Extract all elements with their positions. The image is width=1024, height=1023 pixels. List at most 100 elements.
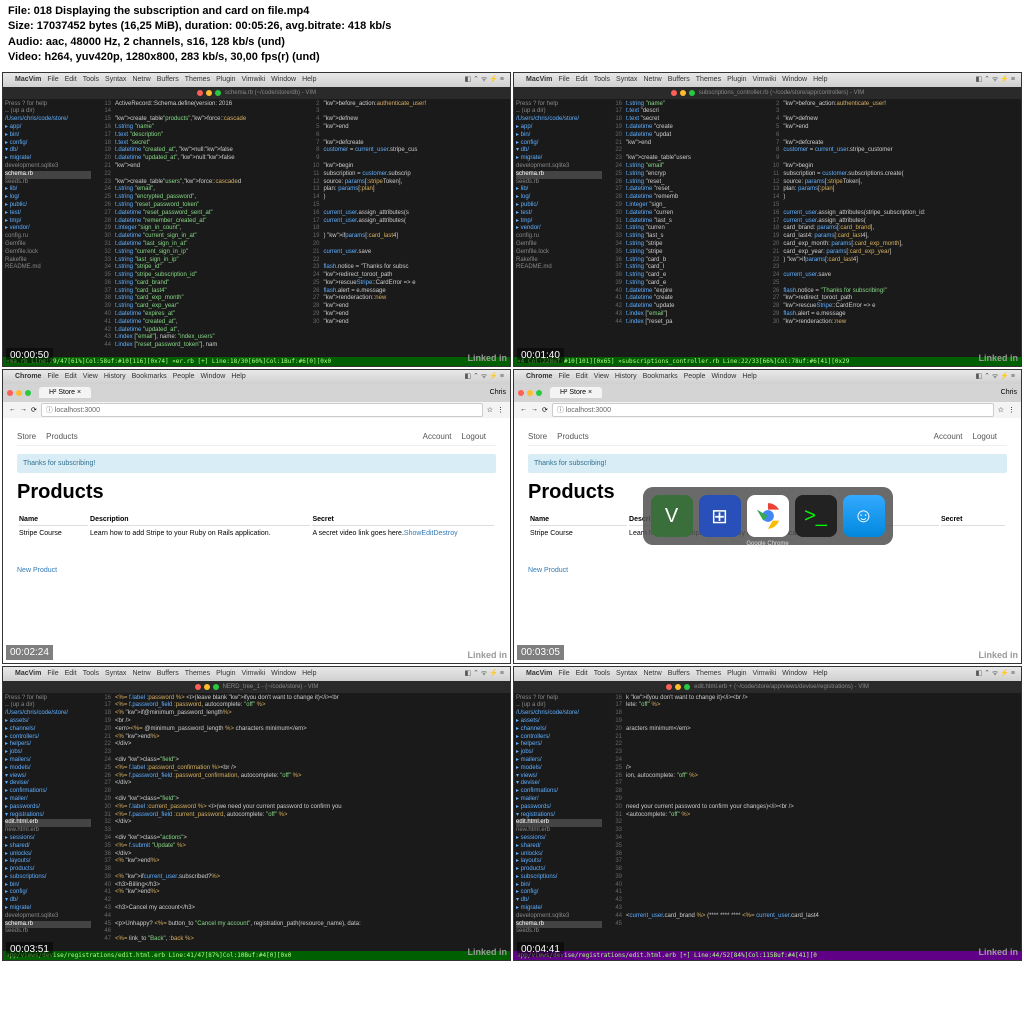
traffic-lights[interactable] bbox=[7, 390, 31, 396]
tree-item[interactable]: ▸ tmp/ bbox=[5, 218, 91, 226]
code-line[interactable]: 24 t.string "email", bbox=[95, 186, 300, 194]
code-line[interactable]: 18 t.text "secret" bbox=[95, 140, 300, 148]
tree-item[interactable]: ▾ devise/ bbox=[5, 780, 91, 788]
code-line[interactable]: 29 bbox=[606, 796, 1019, 804]
menu-item[interactable]: Window bbox=[271, 670, 296, 677]
tree-item[interactable]: ▸ config/ bbox=[516, 889, 602, 897]
code-line[interactable]: 21 bbox=[606, 734, 1019, 742]
tree-item[interactable]: Gemfile.lock bbox=[5, 249, 91, 257]
code-line[interactable]: 24 bbox=[606, 757, 1019, 765]
tree-item[interactable]: README.md bbox=[5, 264, 91, 272]
code-line[interactable]: 34 t.string "stripe bbox=[606, 241, 759, 249]
code-line[interactable]: 41 t.datetime "create bbox=[606, 295, 759, 303]
code-line[interactable]: 28 bbox=[606, 788, 1019, 796]
nav-store[interactable]: Store bbox=[17, 432, 36, 441]
code-line[interactable]: 17 current_user.assign_attributes( bbox=[304, 218, 509, 226]
code-line[interactable]: 29 flash.alert = e.message bbox=[763, 311, 1019, 319]
menu-item[interactable]: Syntax bbox=[105, 670, 126, 677]
code-line[interactable]: 31<autocomplete: "off" %> bbox=[606, 812, 1019, 820]
code-line[interactable]: 36 t.string "card_b bbox=[606, 257, 759, 265]
code-line[interactable]: 35 t.string "stripe bbox=[606, 249, 759, 257]
code-line[interactable]: 19 ) "kw">if params[:card_last4] bbox=[304, 233, 509, 241]
code-line[interactable]: 41<% "kw">end %> bbox=[95, 889, 508, 897]
profile-name[interactable]: Chris bbox=[490, 389, 506, 396]
macos-menubar[interactable]: MacVim FileEditToolsSyntaxNetrwBuffersTh… bbox=[3, 667, 510, 681]
tree-item[interactable]: ▸ models/ bbox=[516, 765, 602, 773]
menu-item[interactable]: File bbox=[558, 76, 569, 83]
menu-item[interactable]: Buffers bbox=[157, 670, 179, 677]
nerdtree-sidebar[interactable]: Press ? for help ‥ (up a dir) /Users/chr… bbox=[514, 693, 604, 946]
menu-item[interactable]: File bbox=[558, 373, 569, 380]
menu-item[interactable]: File bbox=[47, 373, 58, 380]
code-pane-left[interactable]: 16 t.string "name"17 t.text "descri18 t.… bbox=[604, 99, 761, 352]
code-line[interactable]: 20 t.datetime "updat bbox=[606, 132, 759, 140]
dock-finder-icon[interactable]: ☺ bbox=[843, 495, 885, 537]
menu-item[interactable]: Edit bbox=[576, 76, 588, 83]
code-line[interactable]: 25 "kw">rescue Stripe::CardError => e bbox=[304, 280, 509, 288]
chrome-tabstrip[interactable]: H² Store × Chris bbox=[3, 384, 510, 402]
menu-item[interactable]: Vimwiki bbox=[242, 670, 266, 677]
traffic-lights[interactable] bbox=[518, 390, 542, 396]
code-line[interactable]: 5 "kw">end bbox=[763, 124, 1019, 132]
code-line[interactable]: 20 bbox=[304, 241, 509, 249]
menu-item[interactable]: File bbox=[47, 76, 58, 83]
code-line[interactable]: 24 t.string "email" bbox=[606, 163, 759, 171]
menu-item[interactable]: Themes bbox=[185, 76, 210, 83]
code-line[interactable]: 44 bbox=[95, 913, 508, 921]
tree-updir[interactable]: ‥ (up a dir) bbox=[516, 702, 602, 710]
code-pane[interactable]: 16 <%= f.label :password %> <i>(leave bl… bbox=[93, 693, 510, 946]
tree-item[interactable]: ▸ bin/ bbox=[516, 132, 602, 140]
menu-item[interactable]: Syntax bbox=[616, 670, 637, 677]
code-line[interactable]: 23 "kw">create_table "users bbox=[606, 155, 759, 163]
code-line[interactable]: 25 <%= f.label :password_confirmation %>… bbox=[95, 765, 508, 773]
menu-item[interactable]: Themes bbox=[185, 670, 210, 677]
menu-item[interactable]: File bbox=[558, 670, 569, 677]
code-line[interactable]: 16k "kw">if you don't want to change it)… bbox=[606, 695, 1019, 703]
code-line[interactable]: 36 t.string "card_brand" bbox=[95, 280, 300, 288]
code-line[interactable]: 14 bbox=[95, 108, 300, 116]
tree-item[interactable]: seeds.rb bbox=[516, 928, 602, 936]
menu-item[interactable]: Help bbox=[231, 373, 245, 380]
menu-icon[interactable]: ⋮ bbox=[1008, 406, 1015, 414]
menu-item[interactable]: Plugin bbox=[727, 670, 746, 677]
code-line[interactable]: 9 bbox=[763, 155, 1019, 163]
code-line[interactable]: 25 bbox=[763, 280, 1019, 288]
row-actions[interactable]: ShowEditDestroy bbox=[404, 530, 458, 537]
code-line[interactable]: 45 bbox=[606, 921, 1019, 929]
code-line[interactable]: 17 t.text "description" bbox=[95, 132, 300, 140]
traffic-lights[interactable] bbox=[195, 684, 219, 690]
code-line[interactable]: 34 t.string "stripe_id" bbox=[95, 264, 300, 272]
code-line[interactable]: 30 "kw">render action: :new bbox=[763, 319, 1019, 327]
menu-item[interactable]: Edit bbox=[65, 76, 77, 83]
tree-item[interactable]: Rakefile bbox=[516, 257, 602, 265]
tree-item[interactable]: ▸ config/ bbox=[5, 140, 91, 148]
menu-item[interactable]: Edit bbox=[576, 670, 588, 677]
tree-item[interactable]: ▸ migrate/ bbox=[516, 155, 602, 163]
tree-root[interactable]: /Users/chris/code/store/ bbox=[5, 710, 91, 718]
code-line[interactable]: 32 bbox=[606, 819, 1019, 827]
menu-item[interactable]: Help bbox=[813, 76, 827, 83]
code-line[interactable]: 21 current_user.save bbox=[304, 249, 509, 257]
tree-item[interactable]: ▸ channels/ bbox=[516, 726, 602, 734]
tree-item[interactable]: schema.rb bbox=[5, 171, 91, 179]
tree-item[interactable]: ▸ layouts/ bbox=[516, 858, 602, 866]
code-line[interactable]: 24 current_user.save bbox=[763, 272, 1019, 280]
code-line[interactable]: 11 subscription = customer.subscriptions… bbox=[763, 171, 1019, 179]
tree-item[interactable]: ▸ bin/ bbox=[5, 882, 91, 890]
code-line[interactable]: 16 t.string "name" bbox=[606, 101, 759, 109]
code-line[interactable]: 21 "kw">end bbox=[606, 140, 759, 148]
code-line[interactable]: 24 <div "kw">class="field"> bbox=[95, 757, 508, 765]
code-line[interactable]: 28 t.datetime "rememb bbox=[606, 194, 759, 202]
tree-item[interactable]: ▾ db/ bbox=[5, 897, 91, 905]
app-name[interactable]: MacVim bbox=[526, 76, 552, 83]
browser-tab[interactable]: H² Store × bbox=[39, 387, 91, 398]
code-line[interactable]: 21 card_exp_year: params[:card_exp_year] bbox=[763, 249, 1019, 257]
menu-item[interactable]: People bbox=[684, 373, 706, 380]
menu-item[interactable]: Netrw bbox=[132, 76, 150, 83]
code-line[interactable]: 12 source: params[:stripeToken], bbox=[763, 179, 1019, 187]
code-line[interactable]: 15 bbox=[763, 202, 1019, 210]
code-line[interactable]: 32 t.string "curren bbox=[606, 225, 759, 233]
tree-item[interactable]: ▸ test/ bbox=[5, 210, 91, 218]
tree-item[interactable]: ▾ db/ bbox=[5, 147, 91, 155]
dock-screenflow-icon[interactable]: ⊞ bbox=[699, 495, 741, 537]
